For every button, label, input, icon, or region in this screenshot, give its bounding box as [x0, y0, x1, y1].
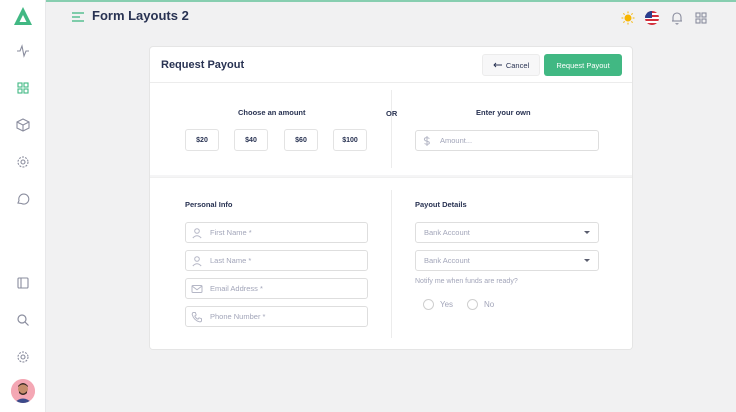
sidebar: [0, 0, 46, 412]
choose-amount-label: Choose an amount: [238, 108, 306, 117]
avatar[interactable]: [11, 379, 35, 403]
mail-icon: [191, 284, 203, 293]
first-name-placeholder: First Name *: [210, 228, 252, 237]
amount-placeholder: Amount...: [440, 136, 473, 145]
phone-icon: [191, 311, 202, 322]
first-name-field[interactable]: First Name *: [185, 222, 368, 243]
message-icon[interactable]: [16, 192, 30, 206]
menu-icon[interactable]: [71, 10, 85, 24]
personal-info-title: Personal Info: [185, 200, 233, 209]
details-section: Personal Info First Name * Last Name * E…: [150, 177, 632, 349]
page-title: Form Layouts 2: [92, 8, 189, 23]
email-field[interactable]: Email Address *: [185, 278, 368, 299]
cancel-button[interactable]: Cancel: [482, 54, 540, 76]
card-title: Request Payout: [161, 59, 245, 71]
apps-grid-icon[interactable]: [694, 11, 708, 25]
card-header: Request Payout Cancel Request Payout: [150, 47, 632, 83]
radio-no-label: No: [484, 300, 495, 309]
radio-yes-label: Yes: [440, 300, 454, 309]
search-icon[interactable]: [16, 313, 30, 327]
request-payout-button[interactable]: Request Payout: [544, 54, 622, 76]
bell-icon[interactable]: [670, 11, 684, 25]
amount-section: Choose an amount $20 $40 $60 $100 OR Ent…: [150, 84, 632, 177]
divider: [391, 190, 392, 338]
or-label: OR: [386, 109, 398, 118]
top-header: Form Layouts 2: [46, 2, 736, 34]
amount-option-20[interactable]: $20: [185, 129, 219, 151]
us-flag-icon[interactable]: [645, 11, 659, 25]
select-value: Bank Account: [424, 228, 470, 237]
radio-circle[interactable]: [467, 299, 478, 310]
grid-icon[interactable]: [16, 81, 30, 95]
box-icon[interactable]: [16, 118, 30, 132]
last-name-field[interactable]: Last Name *: [185, 250, 368, 271]
amount-input[interactable]: Amount...: [415, 130, 599, 151]
caret-down-icon: [584, 231, 590, 234]
phone-placeholder: Phone Number *: [210, 312, 266, 321]
arrow-left-icon: [493, 62, 502, 68]
cancel-label: Cancel: [505, 60, 530, 70]
select-value: Bank Account: [424, 256, 470, 265]
app-logo[interactable]: [13, 6, 33, 26]
amount-option-40[interactable]: $40: [234, 129, 268, 151]
caret-down-icon: [584, 259, 590, 262]
phone-field[interactable]: Phone Number *: [185, 306, 368, 327]
sun-icon[interactable]: [621, 11, 635, 25]
payout-method-select-2[interactable]: Bank Account: [415, 250, 599, 271]
enter-own-label: Enter your own: [476, 108, 531, 117]
last-name-placeholder: Last Name *: [210, 256, 252, 265]
settings-icon[interactable]: [16, 155, 30, 169]
notify-label: Notify me when funds are ready?: [415, 278, 518, 285]
user-icon: [192, 255, 202, 266]
radio-yes[interactable]: Yes: [423, 299, 453, 310]
radio-circle[interactable]: [423, 299, 434, 310]
user-icon: [192, 227, 202, 238]
amount-option-100[interactable]: $100: [333, 129, 367, 151]
radio-no[interactable]: No: [467, 299, 494, 310]
payout-method-select-1[interactable]: Bank Account: [415, 222, 599, 243]
activity-icon[interactable]: [16, 44, 30, 58]
dollar-icon: [423, 135, 430, 146]
request-payout-card: Request Payout Cancel Request Payout Cho…: [149, 46, 633, 350]
divider: [391, 90, 392, 168]
gear-icon[interactable]: [16, 350, 30, 364]
payout-details-title: Payout Details: [415, 200, 467, 209]
sidebar-icon[interactable]: [16, 276, 30, 290]
amount-option-60[interactable]: $60: [284, 129, 318, 151]
email-placeholder: Email Address *: [210, 284, 263, 293]
